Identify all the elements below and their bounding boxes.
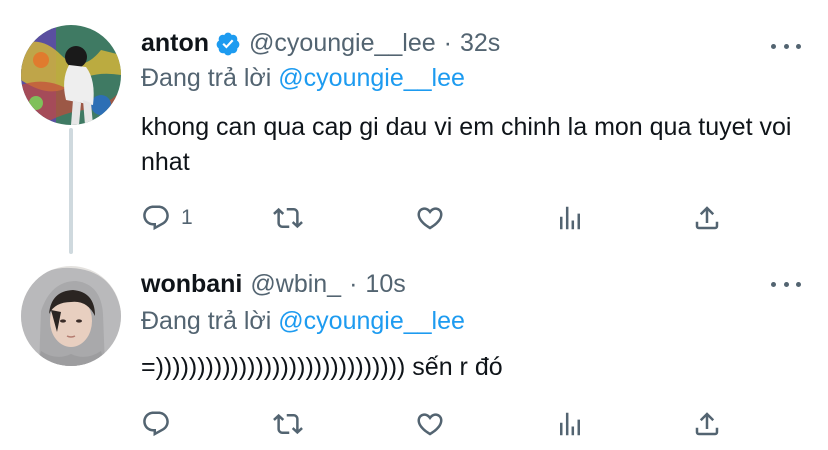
replying-to: Đang trả lời @cyoungie__lee [141,307,465,336]
tweet[interactable]: wonbani @wbin_ · 10s Đang trả lời @cyoun… [0,256,828,450]
avatar[interactable] [21,25,121,125]
replying-to-mention[interactable]: @cyoungie__lee [278,307,465,335]
separator-dot: · [443,29,452,57]
more-icon[interactable] [771,278,801,290]
verified-badge-icon [215,31,241,57]
analytics-icon [560,412,580,436]
like-button[interactable] [415,406,445,442]
thread-connector-line [69,128,73,254]
like-icon [417,207,443,230]
tweet-header: wonbani @wbin_ · 10s [141,270,406,299]
timestamp[interactable]: 10s [365,270,405,299]
retweet-button[interactable] [273,200,303,236]
share-button[interactable] [692,406,722,442]
share-icon [695,206,719,230]
reply-button[interactable] [141,406,181,442]
reply-icon [143,205,169,231]
analytics-icon [560,206,580,230]
avatar[interactable] [21,266,121,366]
analytics-button[interactable] [555,200,585,236]
like-icon [417,413,443,436]
display-name[interactable]: wonbani [141,270,242,299]
tweet[interactable]: anton @cyoungie__lee · 32s Đang trả lời … [0,0,828,256]
tweet-actions: 1 [141,200,731,236]
retweet-icon [273,413,303,435]
timestamp[interactable]: 32s [460,29,500,58]
tweet-actions [141,406,731,442]
share-icon [695,412,719,436]
handle[interactable]: @cyoungie__lee [249,29,436,58]
reply-count: 1 [181,206,193,229]
separator-dot: · [349,270,358,298]
like-button[interactable] [415,200,445,236]
analytics-button[interactable] [555,406,585,442]
retweet-icon [273,207,303,229]
reply-icon [143,411,169,437]
replying-to-label: Đang trả lời [141,307,272,335]
retweet-button[interactable] [273,406,303,442]
more-icon[interactable] [771,40,801,52]
replying-to-mention[interactable]: @cyoungie__lee [278,64,465,92]
tweet-header: anton @cyoungie__lee · 32s [141,29,500,58]
tweet-text: khong can qua cap gi dau vi em chinh la … [141,113,792,176]
display-name[interactable]: anton [141,29,209,58]
reply-button[interactable]: 1 [141,200,193,236]
replying-to-label: Đang trả lời [141,64,272,92]
share-button[interactable] [692,200,722,236]
replying-to: Đang trả lời @cyoungie__lee [141,64,465,93]
tweet-text: =)))))))))))))))))))))))))))))) sến r đó [141,353,503,381]
handle[interactable]: @wbin_ [250,270,341,299]
